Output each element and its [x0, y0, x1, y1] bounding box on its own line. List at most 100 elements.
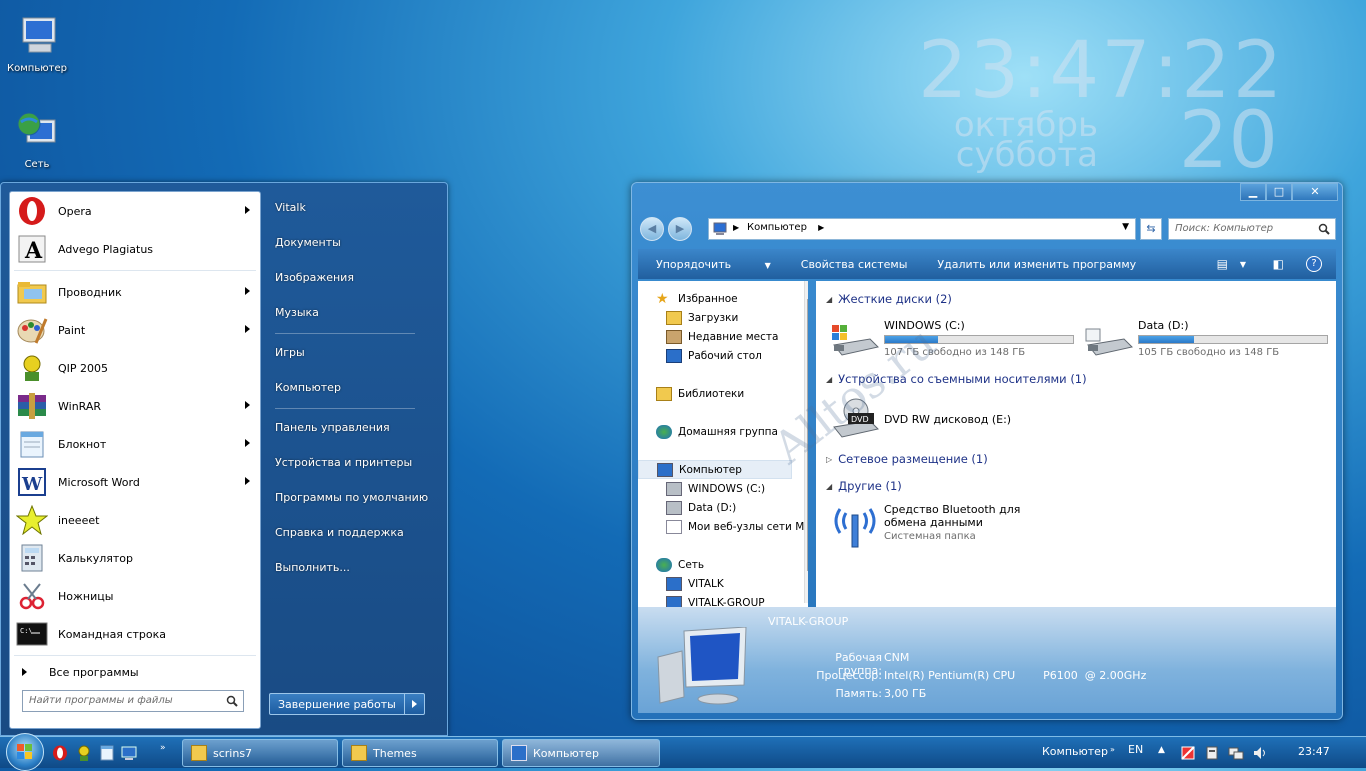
- nav-recent-places[interactable]: Недавние места: [656, 327, 808, 346]
- program-winrar[interactable]: WinRAR: [10, 387, 260, 425]
- program-snipping[interactable]: Ножницы: [10, 577, 260, 615]
- device-tray-icon[interactable]: [1204, 745, 1220, 761]
- minimize-button[interactable]: ▁: [1240, 183, 1266, 201]
- nav-msn-sites[interactable]: Мои веб-узлы сети MSN: [666, 517, 808, 536]
- start-search-input[interactable]: Найти программы и файлы: [22, 690, 244, 712]
- search-icon[interactable]: [226, 695, 238, 707]
- back-button[interactable]: ◀: [640, 217, 664, 241]
- preview-pane-icon[interactable]: ◧: [1273, 257, 1284, 271]
- task-themes[interactable]: Themes: [342, 739, 498, 767]
- nav-network[interactable]: Сеть: [656, 555, 808, 574]
- libraries-icon: [656, 386, 672, 401]
- tray-expand-icon[interactable]: ▲: [1158, 745, 1165, 755]
- network-tray-icon[interactable]: [1228, 745, 1244, 761]
- dropdown-arrow-icon: ▼: [764, 260, 771, 270]
- program-paint[interactable]: Paint: [10, 311, 260, 349]
- system-properties-button[interactable]: Свойства системы: [801, 258, 908, 271]
- collapse-arrow-icon: ◢: [826, 481, 833, 491]
- separator: [275, 408, 415, 409]
- nav-favorites[interactable]: ★ Избранное: [656, 289, 808, 308]
- opera-quicklaunch-icon[interactable]: [52, 745, 68, 761]
- group-hard-disks[interactable]: ◢ Жесткие диски (2): [816, 289, 1336, 309]
- help-icon[interactable]: ?: [1306, 256, 1322, 272]
- view-options-icon[interactable]: ▤: [1217, 257, 1228, 271]
- details-pane: VITALK-GROUP Рабочая группа: CNM Процесс…: [638, 607, 1336, 713]
- place-documents[interactable]: Документы: [265, 228, 445, 263]
- nav-downloads[interactable]: Загрузки: [656, 308, 808, 327]
- program-calculator[interactable]: Калькулятор: [10, 539, 260, 577]
- show-desktop-icon[interactable]: [121, 745, 137, 761]
- svg-text:C:\: C:\: [20, 627, 33, 635]
- separator: [14, 270, 256, 271]
- place-default-programs[interactable]: Программы по умолчанию: [265, 483, 445, 518]
- notepad-quicklaunch-icon[interactable]: [99, 745, 115, 761]
- folder-icon: [351, 745, 367, 761]
- bluetooth-item[interactable]: Средство Bluetooth для обмена данными Си…: [830, 503, 1064, 549]
- organize-button[interactable]: Упорядочить ▼: [656, 258, 771, 271]
- program-ineeeet[interactable]: ineeeet: [10, 501, 260, 539]
- task-scrins7[interactable]: scrins7: [182, 739, 338, 767]
- close-button[interactable]: ✕: [1292, 183, 1338, 201]
- quicklaunch-overflow-icon[interactable]: »: [160, 743, 166, 753]
- separator: [14, 655, 256, 656]
- dropdown-arrow-icon[interactable]: ▼: [1122, 222, 1129, 232]
- nav-vitalk[interactable]: VITALK: [666, 574, 808, 593]
- separator: [275, 333, 415, 334]
- search-icon[interactable]: [1318, 223, 1330, 235]
- program-notepad[interactable]: Блокнот: [10, 425, 260, 463]
- refresh-button[interactable]: ⇆: [1140, 218, 1162, 240]
- shutdown-options-button[interactable]: [403, 694, 424, 714]
- notepad-icon: [20, 431, 44, 458]
- nav-vitalk-group[interactable]: VITALK-GROUP: [666, 593, 808, 607]
- nav-desktop[interactable]: Рабочий стол: [656, 346, 808, 365]
- place-control-panel[interactable]: Панель управления: [265, 413, 445, 448]
- group-network-locations[interactable]: ▷ Сетевое размещение (1): [816, 449, 1336, 469]
- place-devices-printers[interactable]: Устройства и принтеры: [265, 448, 445, 483]
- nav-computer[interactable]: Компьютер: [638, 460, 792, 479]
- toolbar-overflow-icon[interactable]: »: [1110, 745, 1115, 754]
- place-user[interactable]: Vitalk: [265, 193, 445, 228]
- place-computer[interactable]: Компьютер: [265, 373, 445, 408]
- desktop-icon-computer[interactable]: Компьютер: [0, 14, 74, 74]
- submenu-arrow-icon: [245, 287, 250, 295]
- start-button[interactable]: [6, 733, 44, 771]
- volume-tray-icon[interactable]: [1252, 745, 1268, 761]
- address-bar[interactable]: ▶ Компьютер ▶ ▼: [708, 218, 1136, 240]
- nav-drive-d[interactable]: Data (D:): [666, 498, 808, 517]
- nav-libraries[interactable]: Библиотеки: [656, 384, 808, 403]
- program-advego[interactable]: A Advego Plagiatus: [10, 230, 260, 268]
- place-music[interactable]: Музыка: [265, 298, 445, 333]
- place-run[interactable]: Выполнить...: [265, 553, 445, 588]
- address-toolbar-label[interactable]: Компьютер: [1042, 745, 1108, 758]
- program-qip[interactable]: QIP 2005: [10, 349, 260, 387]
- content-pane: ◢ Жесткие диски (2) WINDOWS (C:) 107 ГБ с…: [816, 281, 1336, 607]
- antivirus-tray-icon[interactable]: [1180, 745, 1196, 761]
- computer-icon: [713, 222, 727, 235]
- drive-d-item[interactable]: Data (D:) 105 ГБ свободно из 148 ГБ: [1084, 319, 1328, 359]
- qip-quicklaunch-icon[interactable]: [76, 745, 92, 761]
- clock-gadget[interactable]: 23:47:22 октябрь суббота 20: [918, 32, 1282, 180]
- dropdown-arrow-icon[interactable]: ▼: [1240, 260, 1246, 269]
- svg-text:W: W: [21, 474, 43, 495]
- program-cmd[interactable]: C:\ Командная строка: [10, 615, 260, 653]
- place-games[interactable]: Игры: [265, 338, 445, 373]
- forward-button[interactable]: ▶: [668, 217, 692, 241]
- language-indicator[interactable]: EN: [1128, 743, 1143, 756]
- maximize-button[interactable]: □: [1266, 183, 1292, 201]
- desktop-icon-network[interactable]: Сеть: [0, 110, 74, 170]
- program-opera[interactable]: Opera: [10, 192, 260, 230]
- uninstall-program-button[interactable]: Удалить или изменить программу: [937, 258, 1136, 271]
- place-help[interactable]: Справка и поддержка: [265, 518, 445, 553]
- program-word[interactable]: W Microsoft Word: [10, 463, 260, 501]
- place-pictures[interactable]: Изображения: [265, 263, 445, 298]
- task-computer[interactable]: Компьютер: [502, 739, 660, 767]
- opera-icon: [19, 197, 45, 225]
- shutdown-button[interactable]: Завершение работы: [270, 694, 404, 714]
- arrow-right-icon: [411, 700, 417, 708]
- program-explorer[interactable]: Проводник: [10, 273, 260, 311]
- nav-drive-c[interactable]: WINDOWS (C:): [666, 479, 808, 498]
- tray-clock[interactable]: 23:47: [1298, 745, 1330, 758]
- group-other[interactable]: ◢ Другие (1): [816, 476, 1336, 496]
- explorer-search-input[interactable]: Поиск: Компьютер: [1168, 218, 1336, 240]
- all-programs-button[interactable]: Все программы: [10, 658, 260, 686]
